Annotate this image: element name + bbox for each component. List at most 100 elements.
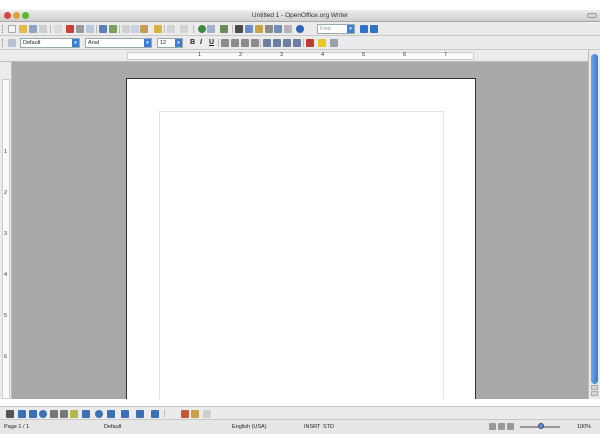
scroll-down-button[interactable] xyxy=(591,391,598,396)
export-pdf-icon[interactable] xyxy=(66,25,74,33)
freeform-line-icon[interactable] xyxy=(50,410,58,418)
single-page-view-icon[interactable] xyxy=(489,423,496,430)
from-file-icon[interactable] xyxy=(191,410,199,418)
line-icon[interactable] xyxy=(18,410,26,418)
language-indicator: English (USA) xyxy=(232,424,267,430)
edit-file-icon[interactable] xyxy=(54,25,62,33)
print-icon[interactable] xyxy=(76,25,84,33)
toolbar-separator xyxy=(119,25,120,33)
ruler-mark: 5 xyxy=(362,52,366,58)
chevron-down-icon[interactable]: ▾ xyxy=(175,39,182,47)
align-center-icon[interactable] xyxy=(231,39,239,47)
autospellcheck-icon[interactable] xyxy=(109,25,117,33)
redo-icon[interactable] xyxy=(180,25,188,33)
find-next-icon[interactable] xyxy=(360,25,368,33)
paste-icon[interactable] xyxy=(140,25,148,33)
show-draw-functions-icon[interactable] xyxy=(220,25,228,33)
status-bar: Page 1 / 1 Default English (USA) INSRT S… xyxy=(0,420,600,434)
data-sources-icon[interactable] xyxy=(265,25,273,33)
extrusion-icon[interactable] xyxy=(203,410,211,418)
stars-icon[interactable] xyxy=(151,410,159,418)
find-input[interactable]: Find ▾ xyxy=(317,24,355,34)
scroll-up-button[interactable] xyxy=(591,385,598,390)
ellipse-icon[interactable] xyxy=(39,410,47,418)
toolbar-grip[interactable] xyxy=(2,39,4,47)
rectangle-icon[interactable] xyxy=(29,410,37,418)
text-icon[interactable] xyxy=(60,410,68,418)
align-right-icon[interactable] xyxy=(241,39,249,47)
styles-formatting-icon[interactable] xyxy=(8,39,16,47)
selection-mode-indicator[interactable]: STD xyxy=(323,421,334,433)
basic-shapes-icon[interactable] xyxy=(82,410,90,418)
formatting-toolbar: Default ▾ Arial ▾ 12 ▾ B I U xyxy=(0,36,600,50)
scroll-thumb[interactable] xyxy=(591,54,598,384)
vertical-scrollbar[interactable] xyxy=(588,50,600,399)
ruler-text-area xyxy=(127,52,474,60)
fontwork-icon[interactable] xyxy=(181,410,189,418)
toolbar-grip[interactable] xyxy=(2,25,4,33)
chevron-down-icon[interactable]: ▾ xyxy=(347,25,354,33)
email-icon[interactable] xyxy=(39,25,47,33)
text-boundary[interactable] xyxy=(159,111,444,399)
ruler-mark: 4 xyxy=(321,52,325,58)
italic-button[interactable]: I xyxy=(200,39,202,46)
navigator-icon[interactable] xyxy=(245,25,253,33)
underline-button[interactable]: U xyxy=(209,39,214,46)
bold-button[interactable]: B xyxy=(190,39,195,46)
font-name-value: Arial xyxy=(88,40,100,46)
align-left-icon[interactable] xyxy=(221,39,229,47)
page-style-indicator: Default xyxy=(104,424,122,430)
hyperlink-icon[interactable] xyxy=(198,25,206,33)
vertical-ruler[interactable]: 1 2 3 4 5 6 xyxy=(0,62,12,399)
book-view-icon[interactable] xyxy=(507,423,514,430)
toolbar-separator xyxy=(164,25,165,33)
callout-shapes-icon[interactable] xyxy=(136,410,144,418)
paragraph-style-value: Default xyxy=(23,40,41,46)
highlighting-icon[interactable] xyxy=(318,39,326,47)
gallery-icon[interactable] xyxy=(255,25,263,33)
select-arrow-icon[interactable] xyxy=(6,410,14,418)
insert-mode-indicator[interactable]: INSRT xyxy=(304,421,320,433)
font-name-select[interactable]: Arial ▾ xyxy=(85,38,152,48)
font-size-select[interactable]: 12 ▾ xyxy=(157,38,183,48)
multi-page-view-icon[interactable] xyxy=(498,423,505,430)
new-document-icon[interactable] xyxy=(8,25,16,33)
nonprinting-characters-icon[interactable] xyxy=(274,25,282,33)
numbering-icon[interactable] xyxy=(263,39,271,47)
find-placeholder: Find xyxy=(320,26,331,32)
decrease-indent-icon[interactable] xyxy=(283,39,291,47)
increase-indent-icon[interactable] xyxy=(293,39,301,47)
paragraph-style-select[interactable]: Default ▾ xyxy=(20,38,80,48)
find-previous-icon[interactable] xyxy=(370,25,378,33)
background-color-icon[interactable] xyxy=(330,39,338,47)
flowcharts-icon[interactable] xyxy=(121,410,129,418)
bullets-icon[interactable] xyxy=(273,39,281,47)
page-preview-icon[interactable] xyxy=(86,25,94,33)
undo-icon[interactable] xyxy=(167,25,175,33)
table-icon[interactable] xyxy=(207,25,215,33)
horizontal-ruler[interactable]: 1 2 3 4 5 6 7 xyxy=(0,50,600,62)
find-replace-icon[interactable] xyxy=(235,25,243,33)
help-icon[interactable] xyxy=(296,25,304,33)
callouts-icon[interactable] xyxy=(70,410,78,418)
open-folder-icon[interactable] xyxy=(19,25,27,33)
spellcheck-icon[interactable] xyxy=(99,25,107,33)
ruler-mark: 3 xyxy=(4,231,8,237)
font-color-icon[interactable] xyxy=(306,39,314,47)
document-page[interactable] xyxy=(126,78,476,399)
toolbar-separator xyxy=(96,25,97,33)
copy-icon[interactable] xyxy=(131,25,139,33)
zoom-slider-handle[interactable] xyxy=(538,423,544,429)
chevron-down-icon[interactable]: ▾ xyxy=(144,39,151,47)
zoom-icon[interactable] xyxy=(284,25,292,33)
block-arrows-icon[interactable] xyxy=(107,410,115,418)
toolbar-separator xyxy=(164,410,165,418)
symbol-shapes-icon[interactable] xyxy=(95,410,103,418)
save-icon[interactable] xyxy=(29,25,37,33)
format-paintbrush-icon[interactable] xyxy=(154,25,162,33)
cut-icon[interactable] xyxy=(122,25,130,33)
chevron-down-icon[interactable]: ▾ xyxy=(72,39,79,47)
toolbar-toggle-button[interactable] xyxy=(587,13,597,18)
toolbar-separator xyxy=(303,39,304,47)
justify-icon[interactable] xyxy=(251,39,259,47)
